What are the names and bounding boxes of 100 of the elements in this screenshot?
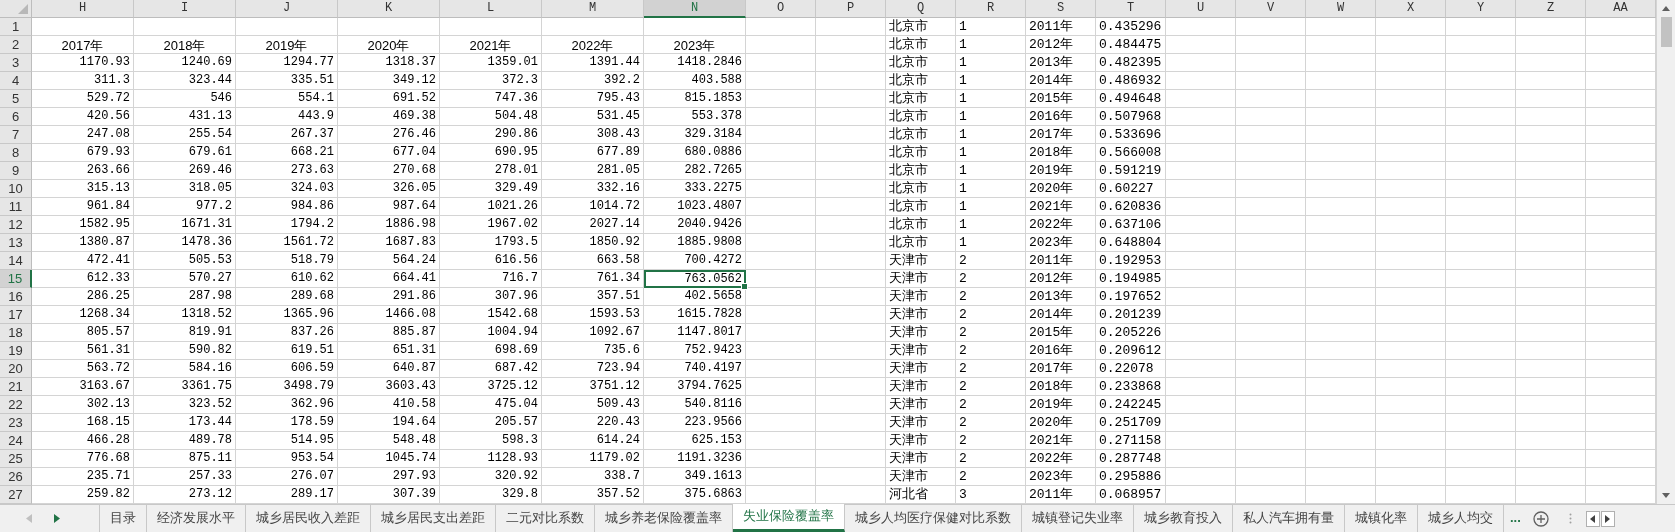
empty-cell[interactable] <box>816 468 886 486</box>
empty-cell[interactable] <box>746 180 816 198</box>
empty-cell[interactable] <box>1446 216 1516 234</box>
empty-cell[interactable] <box>1166 54 1236 72</box>
empty-cell[interactable] <box>1446 198 1516 216</box>
column-header[interactable]: AA <box>1586 0 1656 18</box>
empty-cell[interactable] <box>1166 72 1236 90</box>
empty-cell[interactable] <box>746 468 816 486</box>
empty-cell[interactable] <box>1376 396 1446 414</box>
empty-cell[interactable] <box>1376 72 1446 90</box>
scroll-right-button[interactable] <box>1600 510 1615 527</box>
empty-cell[interactable] <box>1446 144 1516 162</box>
empty-cell[interactable] <box>1446 126 1516 144</box>
empty-cell[interactable] <box>816 54 886 72</box>
empty-cell[interactable] <box>746 108 816 126</box>
row-header[interactable]: 23 <box>0 414 32 432</box>
empty-cell[interactable] <box>1166 198 1236 216</box>
empty-cell[interactable] <box>746 360 816 378</box>
empty-cell[interactable] <box>816 144 886 162</box>
empty-cell[interactable] <box>1306 18 1376 36</box>
row-header[interactable]: 17 <box>0 306 32 324</box>
empty-cell[interactable] <box>1516 270 1586 288</box>
empty-cell[interactable] <box>1376 378 1446 396</box>
row-header[interactable]: 18 <box>0 324 32 342</box>
empty-cell[interactable] <box>1516 306 1586 324</box>
empty-cell[interactable] <box>1166 180 1236 198</box>
empty-cell[interactable] <box>746 396 816 414</box>
empty-cell[interactable] <box>746 72 816 90</box>
sheet-tab[interactable]: 城镇化率 <box>1345 505 1418 532</box>
empty-cell[interactable] <box>1376 252 1446 270</box>
empty-cell[interactable] <box>1516 90 1586 108</box>
empty-cell[interactable] <box>1306 252 1376 270</box>
empty-cell[interactable] <box>1236 324 1306 342</box>
empty-cell[interactable] <box>746 414 816 432</box>
empty-cell[interactable] <box>1306 54 1376 72</box>
empty-cell[interactable] <box>1446 306 1516 324</box>
empty-cell[interactable] <box>1166 324 1236 342</box>
empty-cell[interactable] <box>1516 198 1586 216</box>
sheet-tab[interactable]: 经济发展水平 <box>147 505 246 532</box>
empty-cell[interactable] <box>816 252 886 270</box>
empty-cell[interactable] <box>1516 288 1586 306</box>
empty-cell[interactable] <box>1306 72 1376 90</box>
empty-cell[interactable] <box>816 90 886 108</box>
empty-cell[interactable] <box>1516 324 1586 342</box>
row-header[interactable]: 21 <box>0 378 32 396</box>
empty-cell[interactable] <box>1306 324 1376 342</box>
more-tabs-button[interactable]: ... <box>1504 505 1527 532</box>
empty-cell[interactable] <box>1376 450 1446 468</box>
empty-cell[interactable] <box>1236 432 1306 450</box>
empty-cell[interactable] <box>816 306 886 324</box>
column-header[interactable]: R <box>956 0 1026 18</box>
empty-cell[interactable] <box>816 216 886 234</box>
empty-cell[interactable] <box>1236 36 1306 54</box>
row-header[interactable]: 24 <box>0 432 32 450</box>
empty-cell[interactable] <box>816 270 886 288</box>
row-header[interactable]: 27 <box>0 486 32 504</box>
empty-cell[interactable] <box>1306 198 1376 216</box>
empty-cell[interactable] <box>1306 468 1376 486</box>
row-header[interactable]: 15 <box>0 270 32 288</box>
empty-cell[interactable] <box>1376 216 1446 234</box>
empty-cell[interactable] <box>1306 342 1376 360</box>
row-header[interactable]: 10 <box>0 180 32 198</box>
empty-cell[interactable] <box>1236 90 1306 108</box>
empty-cell[interactable] <box>816 180 886 198</box>
column-header[interactable]: Z <box>1516 0 1586 18</box>
empty-cell[interactable] <box>1516 144 1586 162</box>
empty-cell[interactable] <box>1446 252 1516 270</box>
empty-cell[interactable] <box>1446 450 1516 468</box>
row-header[interactable]: 9 <box>0 162 32 180</box>
empty-cell[interactable] <box>1446 414 1516 432</box>
empty-cell[interactable] <box>746 324 816 342</box>
sheet-tab[interactable]: 城乡人均医疗保健对比系数 <box>845 505 1022 532</box>
row-header[interactable]: 16 <box>0 288 32 306</box>
empty-cell[interactable] <box>1446 396 1516 414</box>
row-header[interactable]: 14 <box>0 252 32 270</box>
row-header[interactable]: 4 <box>0 72 32 90</box>
empty-cell[interactable] <box>1236 108 1306 126</box>
empty-cell[interactable] <box>1166 378 1236 396</box>
empty-cell[interactable] <box>1166 18 1236 36</box>
scroll-thumb[interactable] <box>1660 17 1672 47</box>
empty-cell[interactable] <box>1446 18 1516 36</box>
empty-cell[interactable] <box>746 270 816 288</box>
empty-cell[interactable] <box>816 234 886 252</box>
empty-cell[interactable] <box>1306 378 1376 396</box>
empty-cell[interactable] <box>1516 360 1586 378</box>
empty-cell[interactable] <box>1376 468 1446 486</box>
column-header[interactable]: M <box>542 0 644 18</box>
empty-cell[interactable] <box>1376 108 1446 126</box>
empty-cell[interactable] <box>816 378 886 396</box>
empty-cell[interactable] <box>1516 216 1586 234</box>
empty-cell[interactable] <box>644 18 746 36</box>
empty-cell[interactable] <box>816 126 886 144</box>
empty-cell[interactable] <box>1516 252 1586 270</box>
empty-cell[interactable] <box>1376 54 1446 72</box>
empty-cell[interactable] <box>1376 180 1446 198</box>
empty-cell[interactable] <box>1236 306 1306 324</box>
empty-cell[interactable] <box>1236 126 1306 144</box>
row-header[interactable]: 8 <box>0 144 32 162</box>
empty-cell[interactable] <box>1166 252 1236 270</box>
empty-cell[interactable] <box>1236 450 1306 468</box>
